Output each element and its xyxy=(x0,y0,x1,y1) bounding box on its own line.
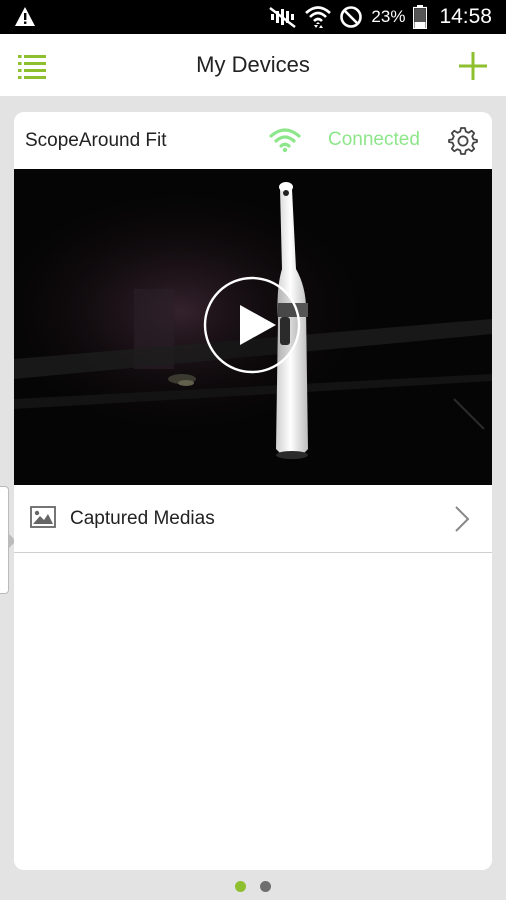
app-bar: My Devices xyxy=(0,34,506,96)
chevron-right-icon xyxy=(455,506,470,532)
play-icon[interactable] xyxy=(203,276,301,374)
page-title: My Devices xyxy=(196,52,310,77)
page-dot-2[interactable] xyxy=(260,881,271,892)
wifi-icon xyxy=(269,128,301,153)
wifi-icon xyxy=(305,6,332,28)
do-not-disturb-icon xyxy=(340,6,363,28)
page-dot-1[interactable] xyxy=(235,881,246,892)
add-icon[interactable] xyxy=(456,49,490,83)
device-name: ScopeAround Fit xyxy=(25,130,167,151)
image-icon xyxy=(30,506,56,528)
connection-status: Connected xyxy=(328,129,420,150)
battery-percent: 23% xyxy=(371,7,406,26)
device-card: ScopeAround Fit Connected Captured Media… xyxy=(14,112,492,870)
battery-icon xyxy=(413,5,428,29)
device-video-preview[interactable] xyxy=(14,169,492,485)
mute-icon xyxy=(269,7,297,28)
captured-medias-row[interactable]: Captured Medias xyxy=(14,485,492,553)
status-bar: 23% 14:58 xyxy=(0,0,506,34)
captured-medias-label: Captured Medias xyxy=(70,508,215,529)
clock: 14:58 xyxy=(439,5,492,28)
drawer-handle[interactable] xyxy=(0,486,16,594)
gear-icon[interactable] xyxy=(448,126,478,156)
warning-icon xyxy=(15,7,35,26)
device-card-header: ScopeAround Fit Connected xyxy=(14,112,492,169)
page-indicator xyxy=(0,881,506,893)
